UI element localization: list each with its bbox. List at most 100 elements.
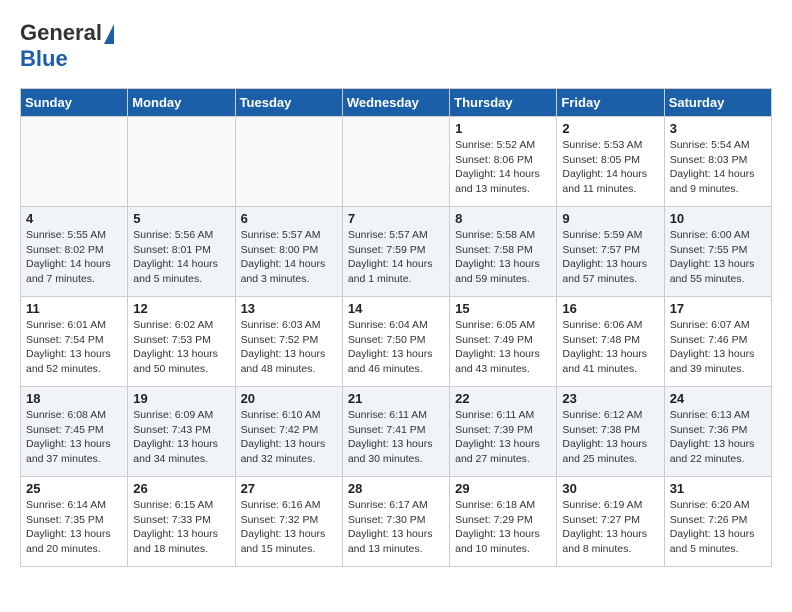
day-info: Sunrise: 6:04 AMSunset: 7:50 PMDaylight:… — [348, 318, 444, 377]
day-number: 21 — [348, 391, 444, 406]
day-number: 9 — [562, 211, 658, 226]
day-number: 14 — [348, 301, 444, 316]
calendar-cell: 26Sunrise: 6:15 AMSunset: 7:33 PMDayligh… — [128, 477, 235, 567]
day-number: 27 — [241, 481, 337, 496]
calendar-cell: 8Sunrise: 5:58 AMSunset: 7:58 PMDaylight… — [450, 207, 557, 297]
day-number: 3 — [670, 121, 766, 136]
weekday-header: Friday — [557, 89, 664, 117]
weekday-header: Sunday — [21, 89, 128, 117]
calendar-cell: 18 Sunrise: 6:08 AMSunset: 7:45 PMDayligh… — [21, 387, 128, 477]
calendar-cell: 15 Sunrise: 6:05 AMSunset: 7:49 PMDayligh… — [450, 297, 557, 387]
day-info: Sunrise: 6:03 AMSunset: 7:52 PMDaylight:… — [241, 318, 337, 377]
day-info: Sunrise: 6:16 AMSunset: 7:32 PMDaylight:… — [241, 498, 337, 557]
day-number: 29 — [455, 481, 551, 496]
calendar-cell: 16 Sunrise: 6:06 AMSunset: 7:48 PMDayligh… — [557, 297, 664, 387]
day-info: Sunrise: 5:53 AMSunset: 8:05 PMDaylight:… — [562, 138, 658, 197]
day-info: Sunrise: 5:56 AMSunset: 8:01 PMDaylight:… — [133, 228, 229, 287]
page-header: General Blue — [20, 20, 772, 72]
calendar-cell: 19Sunrise: 6:09 AMSunset: 7:43 PMDayligh… — [128, 387, 235, 477]
calendar-cell: 12 Sunrise: 6:02 AMSunset: 7:53 PMDayligh… — [128, 297, 235, 387]
day-info: Sunrise: 6:19 AMSunset: 7:27 PMDaylight:… — [562, 498, 658, 557]
logo: General Blue — [20, 20, 114, 72]
calendar-week-row: 4 Sunrise: 5:55 AMSunset: 8:02 PMDaylight… — [21, 207, 772, 297]
day-number: 15 — [455, 301, 551, 316]
calendar-cell: 3 Sunrise: 5:54 AMSunset: 8:03 PMDaylight… — [664, 117, 771, 207]
calendar-cell: 20 Sunrise: 6:10 AMSunset: 7:42 PMDayligh… — [235, 387, 342, 477]
day-info: Sunrise: 6:09 AMSunset: 7:43 PMDaylight:… — [133, 408, 229, 467]
day-number: 24 — [670, 391, 766, 406]
day-number: 6 — [241, 211, 337, 226]
day-number: 13 — [241, 301, 337, 316]
calendar-cell: 31 Sunrise: 6:20 AMSunset: 7:26 PMDayligh… — [664, 477, 771, 567]
logo-general-text: General — [20, 20, 102, 46]
day-number: 2 — [562, 121, 658, 136]
weekday-header: Saturday — [664, 89, 771, 117]
day-info: Sunrise: 5:59 AMSunset: 7:57 PMDaylight:… — [562, 228, 658, 287]
calendar-cell: 24Sunrise: 6:13 AMSunset: 7:36 PMDayligh… — [664, 387, 771, 477]
day-info: Sunrise: 6:11 AMSunset: 7:41 PMDaylight:… — [348, 408, 444, 467]
day-info: Sunrise: 6:01 AMSunset: 7:54 PMDaylight:… — [26, 318, 122, 377]
day-info: Sunrise: 5:52 AMSunset: 8:06 PMDaylight:… — [455, 138, 551, 197]
day-number: 25 — [26, 481, 122, 496]
day-number: 31 — [670, 481, 766, 496]
day-info: Sunrise: 5:57 AMSunset: 8:00 PMDaylight:… — [241, 228, 337, 287]
calendar-cell: 27 Sunrise: 6:16 AMSunset: 7:32 PMDayligh… — [235, 477, 342, 567]
day-number: 20 — [241, 391, 337, 406]
day-info: Sunrise: 6:05 AMSunset: 7:49 PMDaylight:… — [455, 318, 551, 377]
day-info: Sunrise: 6:15 AMSunset: 7:33 PMDaylight:… — [133, 498, 229, 557]
calendar-cell — [128, 117, 235, 207]
calendar-cell: 11Sunrise: 6:01 AMSunset: 7:54 PMDayligh… — [21, 297, 128, 387]
calendar-cell: 14 Sunrise: 6:04 AMSunset: 7:50 PMDayligh… — [342, 297, 449, 387]
day-info: Sunrise: 6:20 AMSunset: 7:26 PMDaylight:… — [670, 498, 766, 557]
day-number: 23 — [562, 391, 658, 406]
weekday-header: Wednesday — [342, 89, 449, 117]
calendar-week-row: 18 Sunrise: 6:08 AMSunset: 7:45 PMDayligh… — [21, 387, 772, 477]
day-info: Sunrise: 6:00 AMSunset: 7:55 PMDaylight:… — [670, 228, 766, 287]
day-info: Sunrise: 6:18 AMSunset: 7:29 PMDaylight:… — [455, 498, 551, 557]
logo-blue-text: Blue — [20, 46, 68, 71]
day-info: Sunrise: 5:58 AMSunset: 7:58 PMDaylight:… — [455, 228, 551, 287]
day-info: Sunrise: 6:08 AMSunset: 7:45 PMDaylight:… — [26, 408, 122, 467]
day-info: Sunrise: 6:10 AMSunset: 7:42 PMDaylight:… — [241, 408, 337, 467]
calendar-week-row: 11Sunrise: 6:01 AMSunset: 7:54 PMDayligh… — [21, 297, 772, 387]
day-number: 17 — [670, 301, 766, 316]
day-info: Sunrise: 6:02 AMSunset: 7:53 PMDaylight:… — [133, 318, 229, 377]
day-number: 18 — [26, 391, 122, 406]
day-info: Sunrise: 5:57 AMSunset: 7:59 PMDaylight:… — [348, 228, 444, 287]
calendar-cell: 22 Sunrise: 6:11 AMSunset: 7:39 PMDayligh… — [450, 387, 557, 477]
calendar-cell — [235, 117, 342, 207]
logo-triangle-icon — [104, 24, 114, 44]
day-info: Sunrise: 5:54 AMSunset: 8:03 PMDaylight:… — [670, 138, 766, 197]
calendar-cell: 17 Sunrise: 6:07 AMSunset: 7:46 PMDayligh… — [664, 297, 771, 387]
day-number: 28 — [348, 481, 444, 496]
calendar-cell: 13 Sunrise: 6:03 AMSunset: 7:52 PMDayligh… — [235, 297, 342, 387]
calendar-cell: 28 Sunrise: 6:17 AMSunset: 7:30 PMDayligh… — [342, 477, 449, 567]
day-number: 1 — [455, 121, 551, 136]
day-info: Sunrise: 6:07 AMSunset: 7:46 PMDaylight:… — [670, 318, 766, 377]
day-number: 16 — [562, 301, 658, 316]
day-number: 12 — [133, 301, 229, 316]
day-number: 7 — [348, 211, 444, 226]
calendar-cell — [342, 117, 449, 207]
calendar-cell: 5 Sunrise: 5:56 AMSunset: 8:01 PMDaylight… — [128, 207, 235, 297]
calendar-cell: 9 Sunrise: 5:59 AMSunset: 7:57 PMDaylight… — [557, 207, 664, 297]
day-number: 30 — [562, 481, 658, 496]
day-number: 4 — [26, 211, 122, 226]
day-number: 5 — [133, 211, 229, 226]
weekday-header: Tuesday — [235, 89, 342, 117]
weekday-header: Thursday — [450, 89, 557, 117]
calendar-week-row: 25Sunrise: 6:14 AMSunset: 7:35 PMDayligh… — [21, 477, 772, 567]
calendar-cell: 6 Sunrise: 5:57 AMSunset: 8:00 PMDaylight… — [235, 207, 342, 297]
calendar-cell: 1 Sunrise: 5:52 AMSunset: 8:06 PMDaylight… — [450, 117, 557, 207]
calendar-cell: 29 Sunrise: 6:18 AMSunset: 7:29 PMDayligh… — [450, 477, 557, 567]
day-info: Sunrise: 5:55 AMSunset: 8:02 PMDaylight:… — [26, 228, 122, 287]
day-info: Sunrise: 6:06 AMSunset: 7:48 PMDaylight:… — [562, 318, 658, 377]
day-info: Sunrise: 6:11 AMSunset: 7:39 PMDaylight:… — [455, 408, 551, 467]
calendar-cell: 30 Sunrise: 6:19 AMSunset: 7:27 PMDayligh… — [557, 477, 664, 567]
day-info: Sunrise: 6:17 AMSunset: 7:30 PMDaylight:… — [348, 498, 444, 557]
calendar-cell: 21 Sunrise: 6:11 AMSunset: 7:41 PMDayligh… — [342, 387, 449, 477]
calendar-cell: 10 Sunrise: 6:00 AMSunset: 7:55 PMDayligh… — [664, 207, 771, 297]
calendar-table: SundayMondayTuesdayWednesdayThursdayFrid… — [20, 88, 772, 567]
day-number: 10 — [670, 211, 766, 226]
day-number: 22 — [455, 391, 551, 406]
